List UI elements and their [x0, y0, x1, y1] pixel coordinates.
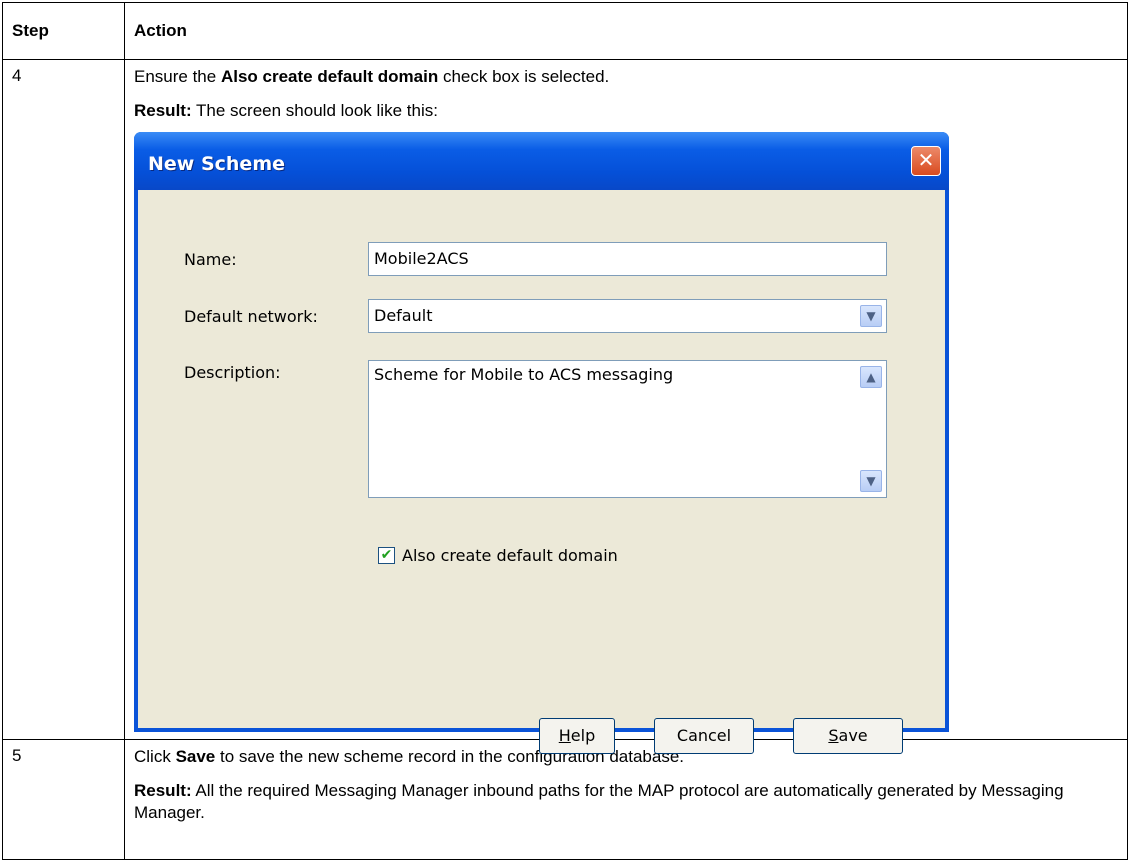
result-text: Result: All the required Messaging Manag…: [134, 780, 1118, 824]
scroll-down-icon[interactable]: ▼: [860, 470, 882, 492]
instruction-text: Ensure the Also create default domain ch…: [134, 66, 1118, 88]
result-body: All the required Messaging Manager inbou…: [134, 781, 1064, 822]
name-label: Name:: [184, 250, 237, 269]
dialog-title: New Scheme: [148, 153, 285, 175]
description-value: Scheme for Mobile to ACS messaging: [374, 365, 674, 384]
cancel-button[interactable]: Cancel: [654, 718, 754, 754]
help-button[interactable]: Help: [539, 718, 615, 754]
dialog-body: Name: Mobile2ACS Default network: Defaul…: [138, 190, 945, 754]
table-row: 4 Ensure the Also create default domain …: [2, 59, 1128, 754]
table-header-row: Step Action: [2, 2, 1128, 60]
network-selected-value: Default: [374, 306, 433, 325]
instruction-bold: Save: [175, 747, 216, 766]
action-cell: Click Save to save the new scheme record…: [124, 739, 1128, 860]
result-label: Result:: [134, 781, 192, 800]
dialog-titlebar[interactable]: New Scheme ✕: [134, 132, 949, 190]
save-button[interactable]: Save: [793, 718, 903, 754]
instruction-bold: Also create default domain: [220, 67, 439, 86]
help-label-rest: elp: [570, 726, 596, 745]
result-text: Result: The screen should look like this…: [134, 100, 1118, 122]
instruction-pre: Ensure the: [134, 67, 221, 86]
name-field[interactable]: Mobile2ACS: [368, 242, 887, 276]
save-label-rest: ave: [838, 726, 868, 745]
description-label: Description:: [184, 363, 281, 382]
network-label: Default network:: [184, 307, 318, 326]
new-scheme-dialog: New Scheme ✕ Name: Mobile2ACS Default ne…: [134, 132, 949, 754]
step-number: 5: [2, 739, 125, 860]
procedure-table: Step Action 4 Ensure the Also create def…: [2, 2, 1128, 860]
close-icon[interactable]: ✕: [911, 146, 941, 176]
default-domain-checkbox[interactable]: ✔: [378, 547, 395, 564]
instruction-text: Click Save to save the new scheme record…: [134, 746, 1118, 768]
result-label: Result:: [134, 101, 192, 120]
instruction-post: check box is selected.: [438, 67, 610, 86]
header-step: Step: [2, 2, 125, 60]
chevron-down-icon[interactable]: ▼: [860, 305, 882, 327]
action-cell: Ensure the Also create default domain ch…: [124, 59, 1128, 754]
description-textarea[interactable]: Scheme for Mobile to ACS messaging: [368, 360, 887, 498]
header-action: Action: [124, 2, 1128, 60]
table-row: 5 Click Save to save the new scheme reco…: [2, 739, 1128, 860]
instruction-pre: Click: [134, 747, 176, 766]
step-number: 4: [2, 59, 125, 740]
save-mnemonic: S: [828, 726, 839, 745]
network-select[interactable]: Default: [368, 299, 887, 333]
help-mnemonic: H: [558, 726, 571, 745]
result-body: The screen should look like this:: [191, 101, 438, 120]
scroll-up-icon[interactable]: ▲: [860, 366, 882, 388]
checkbox-label: Also create default domain: [402, 546, 618, 565]
